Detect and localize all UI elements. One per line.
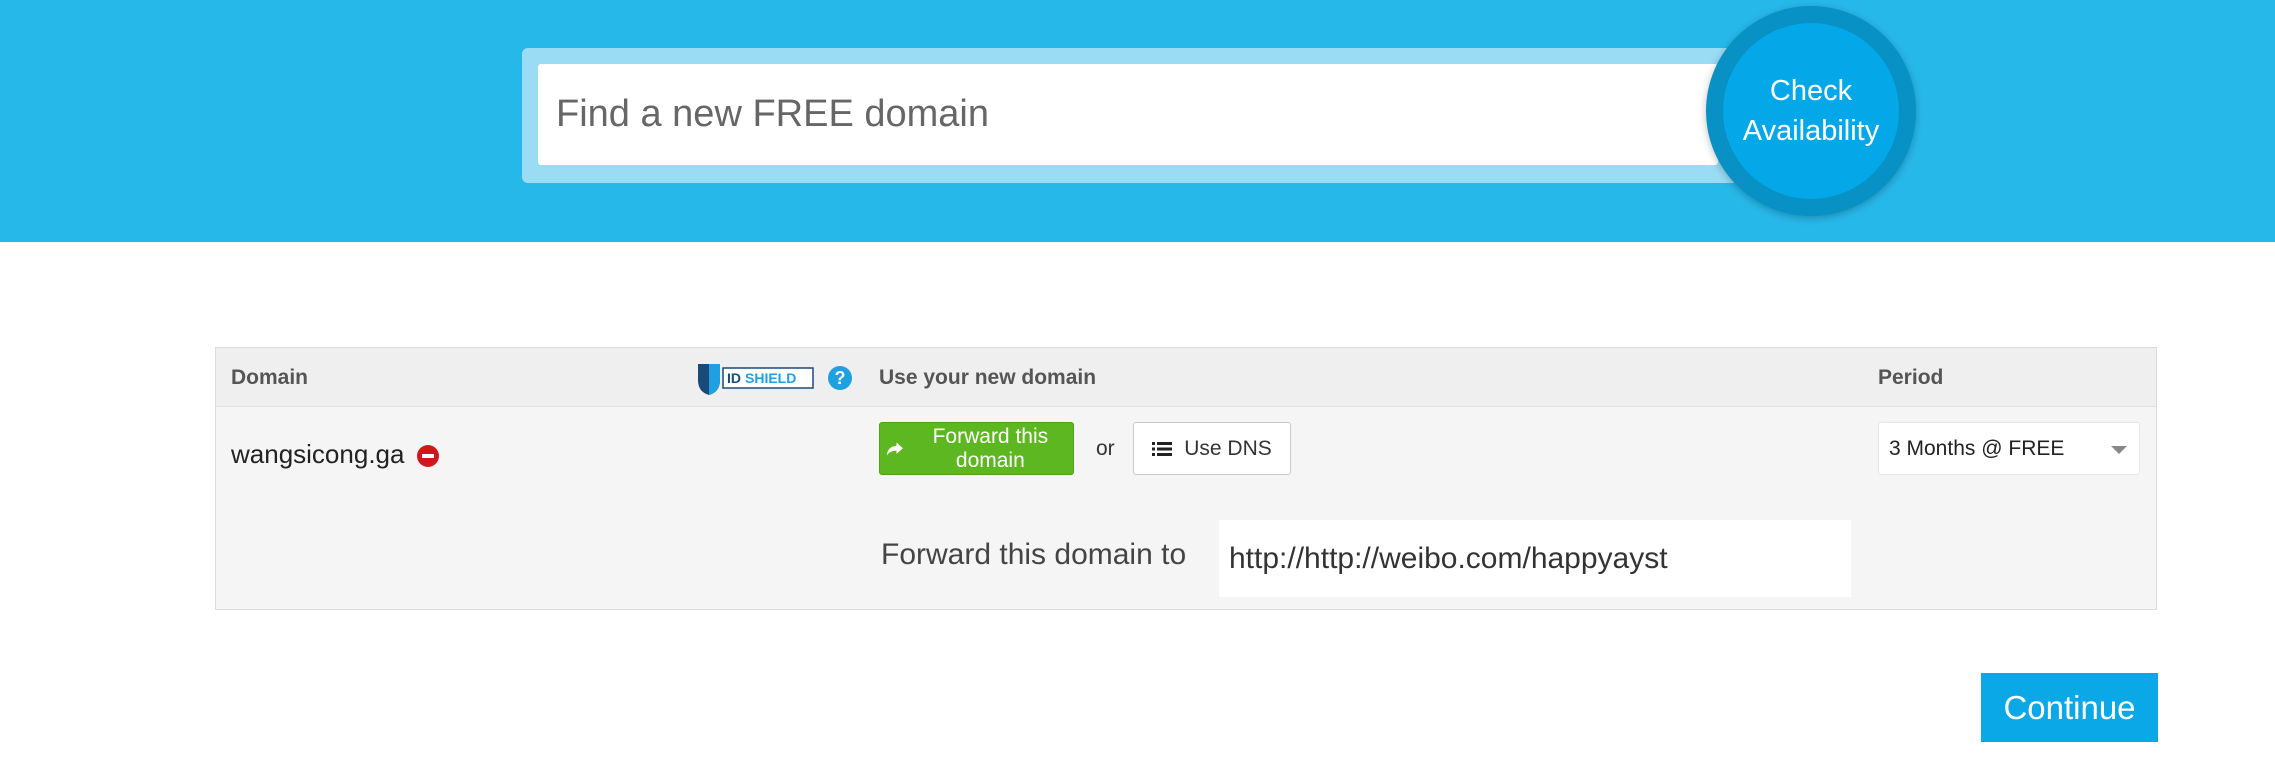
use-dns-button-label: Use DNS xyxy=(1184,436,1272,460)
forward-url-input[interactable] xyxy=(1219,520,1851,597)
or-separator: or xyxy=(1096,437,1115,460)
forward-domain-button-label: Forward this domain xyxy=(932,424,1049,472)
chevron-down-icon xyxy=(2111,446,2127,454)
svg-text:ID: ID xyxy=(727,370,741,386)
domain-search-box xyxy=(522,48,1762,183)
list-icon xyxy=(1152,441,1173,456)
use-dns-button[interactable]: Use DNS xyxy=(1133,422,1291,475)
forward-domain-button[interactable]: Forward this domain xyxy=(879,422,1074,475)
svg-text:SHIELD: SHIELD xyxy=(745,370,796,386)
domain-table: Domain ID SHIELD ? Use your new domain P… xyxy=(215,347,2157,610)
header-band: Check Availability xyxy=(0,0,2275,242)
domain-search-input[interactable] xyxy=(538,64,1718,165)
period-column-header: Period xyxy=(1878,366,1944,389)
remove-icon[interactable] xyxy=(417,445,439,467)
continue-button[interactable]: Continue xyxy=(1981,673,2158,742)
help-icon[interactable]: ? xyxy=(828,366,852,390)
use-domain-column-header: Use your new domain xyxy=(879,366,1097,389)
period-select[interactable]: 3 Months @ FREE xyxy=(1878,422,2140,475)
period-selected-value: 3 Months @ FREE xyxy=(1889,436,2065,460)
forward-to-label: Forward this domain to xyxy=(881,538,1187,571)
check-availability-button[interactable]: Check Availability xyxy=(1723,23,1899,199)
idshield-logo: ID SHIELD xyxy=(698,364,814,395)
domain-column-header: Domain xyxy=(231,366,309,389)
share-arrow-icon xyxy=(886,442,903,455)
domain-name: wangsicong.ga xyxy=(231,439,405,469)
table-header: Domain ID SHIELD ? Use your new domain P… xyxy=(216,348,2156,407)
